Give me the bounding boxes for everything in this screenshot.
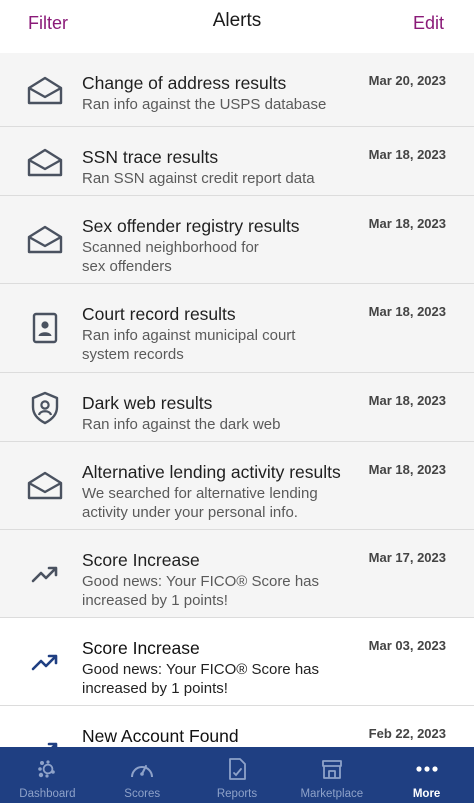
alert-row-score-increase-unread[interactable]: Score Increase Good news: Your FICO® Sco… — [0, 618, 474, 706]
alert-title: Change of address results — [82, 73, 287, 93]
id-card-icon — [25, 308, 65, 348]
tab-more[interactable]: More — [379, 747, 474, 803]
alert-title: Court record results — [82, 304, 236, 324]
more-dots-icon — [414, 756, 440, 782]
tab-marketplace[interactable]: Marketplace — [284, 747, 379, 803]
dashboard-icon — [34, 756, 60, 782]
envelope-icon — [25, 143, 65, 183]
tab-scores[interactable]: Scores — [95, 747, 190, 803]
alert-title: New Account Found — [82, 726, 239, 746]
alert-date: Mar 18, 2023 — [368, 393, 446, 408]
alert-title: SSN trace results — [82, 147, 219, 167]
trend-up-icon — [25, 554, 65, 594]
alert-date: Mar 03, 2023 — [368, 638, 446, 653]
trend-up-icon — [25, 642, 65, 682]
envelope-icon — [25, 220, 65, 260]
alert-description: Scanned neighborhood for sex offenders — [82, 239, 259, 275]
alert-description: Ran info against municipal court system r… — [82, 327, 296, 363]
gauge-icon — [129, 756, 155, 782]
alert-description: Good news: Your FICO® Score has increased… — [82, 573, 320, 609]
report-icon — [224, 756, 250, 782]
alert-title: Score Increase — [82, 638, 200, 658]
tab-dashboard[interactable]: Dashboard — [0, 747, 95, 803]
alert-row-alternative-lending[interactable]: Alternative lending activity results We … — [0, 442, 474, 530]
alerts-list[interactable]: Change of address results Ran info again… — [0, 53, 474, 747]
alert-description: Ran info against the USPS database — [82, 96, 327, 113]
page-title: Alerts — [212, 10, 262, 31]
envelope-icon — [25, 466, 65, 506]
tab-reports[interactable]: Reports — [190, 747, 285, 803]
alert-row-sex-offender-registry[interactable]: Sex offender registry results Scanned ne… — [0, 196, 474, 284]
alert-title: Score Increase — [82, 550, 200, 570]
alert-description: Ran SSN against credit report data — [82, 170, 315, 187]
alert-date: Mar 18, 2023 — [368, 216, 446, 231]
alert-date: Mar 17, 2023 — [368, 550, 446, 565]
alert-row-ssn-trace[interactable]: SSN trace results Ran SSN against credit… — [0, 127, 474, 196]
alert-row-score-increase[interactable]: Score Increase Good news: Your FICO® Sco… — [0, 530, 474, 618]
alert-date: Mar 18, 2023 — [368, 462, 446, 477]
tab-label: More — [412, 788, 441, 800]
alert-description: We searched for alternative lending activ… — [82, 485, 318, 521]
trend-up-icon — [25, 730, 65, 747]
tab-label: Dashboard — [19, 788, 76, 800]
top-bar: Filter Alerts Edit — [0, 0, 474, 50]
storefront-icon — [319, 756, 345, 782]
alert-date: Mar 20, 2023 — [368, 73, 446, 88]
alert-title: Dark web results — [82, 393, 213, 413]
alert-description: Ran info against the dark web — [82, 416, 281, 433]
tab-label: Marketplace — [300, 788, 364, 800]
edit-button[interactable]: Edit — [413, 13, 444, 34]
alert-title: Alternative lending activity results — [82, 462, 341, 482]
alert-row-dark-web[interactable]: Dark web results Ran info against the da… — [0, 373, 474, 442]
shield-user-icon — [25, 388, 65, 428]
alert-date: Feb 22, 2023 — [368, 726, 446, 741]
alert-row-new-account-found[interactable]: New Account Found Feb 22, 2023 — [0, 706, 474, 747]
alert-row-change-of-address[interactable]: Change of address results Ran info again… — [0, 53, 474, 127]
alert-date: Mar 18, 2023 — [368, 304, 446, 319]
alert-title: Sex offender registry results — [82, 216, 300, 236]
tab-label: Scores — [124, 788, 161, 800]
tab-label: Reports — [216, 788, 258, 800]
alert-description: Good news: Your FICO® Score has increased… — [82, 661, 320, 697]
bottom-tab-bar: Dashboard Scores Reports Marketplace Mor… — [0, 747, 474, 803]
alert-date: Mar 18, 2023 — [368, 147, 446, 162]
alert-row-court-record[interactable]: Court record results Ran info against mu… — [0, 284, 474, 373]
envelope-icon — [25, 71, 65, 111]
